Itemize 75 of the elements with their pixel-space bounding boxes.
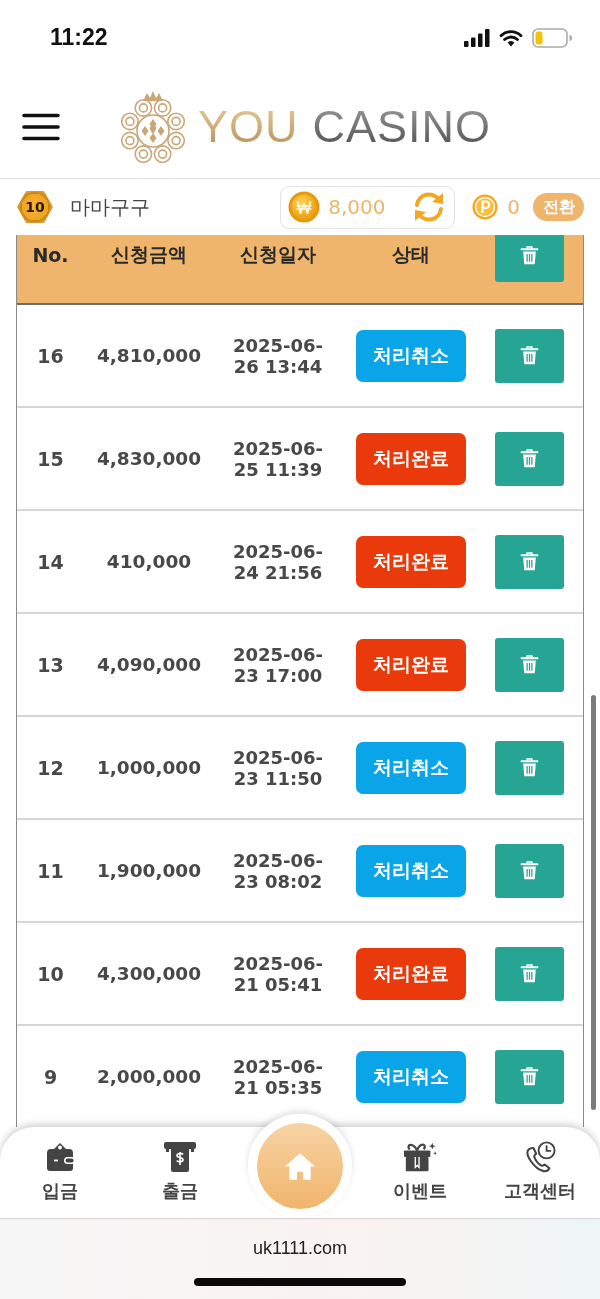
battery-icon [532, 27, 572, 48]
nav-item[interactable]: 고객센터 [480, 1127, 600, 1218]
table-cell: 4,090,000 [96, 654, 202, 675]
trash-icon [520, 551, 539, 572]
delete-button[interactable] [495, 328, 564, 383]
table-cell: 4,300,000 [96, 963, 202, 984]
status-badge: 처리취소 [356, 329, 466, 382]
trash-icon [520, 963, 539, 984]
table-cell-text: 2025-06-25 11:39 [231, 437, 325, 480]
nav-item[interactable]: 출금 [120, 1127, 240, 1218]
status-badge: 처리취소 [356, 741, 466, 794]
trash-icon [520, 1066, 539, 1087]
table-cell: 10 [37, 962, 64, 985]
level-badge: 10 [17, 191, 53, 223]
table-cell: 16 [37, 344, 64, 367]
phone-clock-icon [523, 1141, 557, 1173]
gift-icon [403, 1141, 437, 1173]
points-amount: 0 [507, 195, 520, 219]
delete-button[interactable] [495, 843, 564, 898]
table-cell-text: 2025-06-23 08:02 [231, 849, 325, 892]
table-cell: 1,000,000 [96, 757, 202, 778]
username: 마마구구 [70, 193, 150, 221]
table-cell-text: 2025-06-21 05:41 [231, 952, 325, 995]
trash-icon [520, 448, 539, 469]
table-cell: 13 [37, 653, 64, 676]
delete-button[interactable] [495, 740, 564, 795]
trash-icon [520, 860, 539, 881]
clock-time: 11:22 [50, 24, 108, 51]
delete-button[interactable] [495, 431, 564, 486]
table-cell: 410,000 [106, 551, 192, 572]
table-cell-text: 2025-06-23 11:50 [231, 746, 325, 789]
table-cell: 4,810,000 [96, 345, 202, 366]
column-header: 신청금액 [110, 242, 188, 267]
delete-button[interactable] [495, 637, 564, 692]
table-cell: 12 [37, 756, 64, 779]
won-coin-icon [288, 191, 321, 223]
table-cell-text: 2025-06-21 05:35 [231, 1055, 325, 1098]
status-badge: 처리완료 [356, 535, 466, 588]
address-url[interactable]: uk1111.com [252, 1238, 348, 1259]
status-badge: 처리취소 [356, 844, 466, 897]
nav-item[interactable]: 이벤트 [360, 1127, 480, 1218]
table-cell: 9 [43, 1065, 58, 1088]
table-cell-text: 2025-06-26 13:44 [231, 334, 325, 377]
table-cell: 1,900,000 [96, 860, 202, 881]
nav-item[interactable]: 입금 [0, 1127, 120, 1218]
wifi-icon [499, 28, 523, 47]
delete-button[interactable] [495, 1049, 564, 1104]
table-cell-text: 2025-06-23 17:00 [231, 643, 325, 686]
status-badge: 처리취소 [356, 1050, 466, 1103]
status-badge: 처리완료 [356, 432, 466, 485]
signal-icon [464, 28, 490, 47]
trash-icon [520, 345, 539, 366]
status-badge: 처리완료 [356, 638, 466, 691]
menu-icon [22, 112, 60, 141]
trash-icon [520, 244, 539, 266]
delete-button[interactable] [495, 946, 564, 1001]
table-cell: 2,000,000 [96, 1066, 202, 1087]
points-coin-icon [472, 194, 499, 220]
table-cell: 14 [37, 550, 64, 573]
trash-icon [520, 654, 539, 675]
cash-slot-icon [163, 1141, 197, 1173]
table-cell: 4,830,000 [96, 448, 202, 469]
delete-button[interactable] [495, 534, 564, 589]
balance-amount: 8,000 [328, 195, 387, 219]
trash-icon [520, 757, 539, 778]
status-badge: 처리완료 [356, 947, 466, 1000]
delete-all-button[interactable] [495, 235, 564, 282]
column-header: 신청일자 [239, 242, 317, 267]
column-header: No. [31, 243, 70, 268]
table-cell: 11 [37, 859, 64, 882]
menu-button[interactable] [22, 112, 60, 141]
home-icon [284, 1151, 316, 1181]
column-header: 상태 [391, 242, 431, 267]
table-cell-text: 2025-06-24 21:56 [231, 540, 325, 583]
table-cell: 15 [37, 447, 64, 470]
